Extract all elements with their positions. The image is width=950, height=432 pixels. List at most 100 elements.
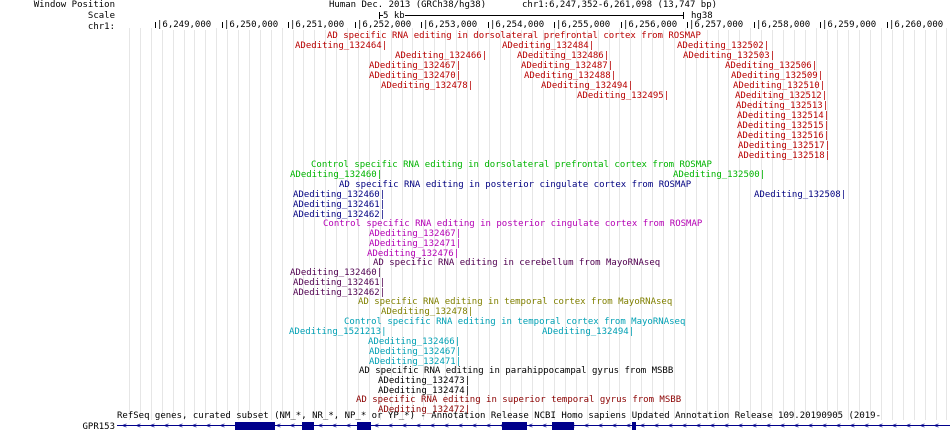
grid-line — [892, 28, 893, 420]
feature-item[interactable]: ADediting_132466| — [395, 51, 487, 61]
ruler-tick-label: |6,250,000 — [224, 20, 279, 30]
strand-arrow-icon: < — [542, 421, 547, 430]
grid-line — [129, 28, 130, 420]
grid-line — [936, 28, 937, 420]
track-title-ctrl_dlpfc[interactable]: Control specific RNA editing in dorsolat… — [311, 160, 712, 170]
grid-line — [718, 28, 719, 420]
strand-arrow-icon: < — [724, 421, 729, 430]
gene-exon[interactable] — [632, 422, 636, 430]
feature-item[interactable]: ADediting_132478| — [381, 81, 473, 91]
feature-item[interactable]: ADediting_132515| — [737, 121, 829, 131]
feature-item[interactable]: ADediting_132487| — [521, 61, 613, 71]
strand-arrow-icon: < — [920, 421, 925, 430]
grid-line — [151, 28, 152, 420]
feature-item[interactable]: ADediting_132509| — [731, 71, 823, 81]
strand-arrow-icon: < — [248, 421, 253, 430]
ruler-tick — [554, 22, 555, 28]
feature-item[interactable]: ADediting_132484| — [502, 41, 594, 51]
feature-item[interactable]: ADediting_132518| — [738, 151, 830, 161]
feature-item[interactable]: ADediting_132494| — [541, 81, 633, 91]
gene-exon[interactable] — [235, 422, 275, 430]
ruler-tick-label: |6,257,000 — [689, 20, 744, 30]
feature-item[interactable]: ADediting_132516| — [737, 131, 829, 141]
strand-arrow-icon: < — [584, 421, 589, 430]
strand-arrow-icon: < — [500, 421, 505, 430]
strand-arrow-icon: < — [192, 421, 197, 430]
feature-item[interactable]: ADediting_132471| — [369, 239, 461, 249]
strand-arrow-icon: < — [290, 421, 295, 430]
gene-track-title[interactable]: RefSeq genes, curated subset (NM_*, NR_*… — [117, 411, 881, 421]
feature-item[interactable]: ADediting_132488| — [524, 71, 616, 81]
feature-item[interactable]: ADediting_132513| — [736, 101, 828, 111]
feature-item[interactable]: ADediting_132478| — [381, 307, 473, 317]
ruler-tick — [754, 22, 755, 28]
grid-line — [162, 28, 163, 420]
feature-item[interactable]: ADediting_132466| — [368, 337, 460, 347]
ruler-tick — [687, 22, 688, 28]
strand-arrow-icon: < — [864, 421, 869, 430]
feature-item[interactable]: ADediting_132494| — [542, 327, 634, 337]
strand-arrow-icon: < — [304, 421, 309, 430]
strand-arrow-icon: < — [640, 421, 645, 430]
feature-item[interactable]: ADediting_132517| — [738, 141, 830, 151]
feature-item[interactable]: ADediting_132461| — [293, 278, 385, 288]
feature-item[interactable]: ADediting_132502| — [677, 41, 769, 51]
feature-item[interactable]: ADediting_132495| — [577, 91, 669, 101]
feature-item[interactable]: ADediting_132460| — [290, 170, 382, 180]
track-title-ad_stg[interactable]: AD specific RNA editing in superior temp… — [356, 395, 681, 405]
feature-item[interactable]: ADediting_132473| — [378, 376, 470, 386]
grid-line — [216, 28, 217, 420]
strand-arrow-icon: < — [822, 421, 827, 430]
feature-item[interactable]: ADediting_132508| — [754, 190, 846, 200]
feature-item[interactable]: ADediting_132467| — [369, 347, 461, 357]
assembly-title: Human Dec. 2013 (GRCh38/hg38) — [329, 0, 487, 10]
feature-item[interactable]: ADediting_132514| — [737, 111, 829, 121]
feature-item[interactable]: ADediting_132510| — [733, 81, 825, 91]
strand-arrow-icon: < — [850, 421, 855, 430]
ruler-tick — [222, 22, 223, 28]
grid-line — [728, 28, 729, 420]
strand-arrow-icon: < — [668, 421, 673, 430]
feature-item[interactable]: ADediting_132470| — [369, 71, 461, 81]
track-title-ad_phg[interactable]: AD specific RNA editing in parahippocamp… — [359, 366, 673, 376]
ruler-tick — [820, 22, 821, 28]
strand-arrow-icon: < — [486, 421, 491, 430]
feature-item[interactable]: ADediting_132500| — [673, 170, 765, 180]
grid-line — [205, 28, 206, 420]
track-area[interactable]: Human Dec. 2013 (GRCh38/hg38) chr1:6,247,… — [117, 0, 950, 432]
grid-line — [238, 28, 239, 420]
feature-item[interactable]: ADediting_132460| — [290, 268, 382, 278]
feature-item[interactable]: ADediting_132461| — [293, 200, 385, 210]
strand-arrow-icon: < — [444, 421, 449, 430]
grid-line — [227, 28, 228, 420]
feature-item[interactable]: ADediting_132464| — [295, 41, 387, 51]
grid-line — [140, 28, 141, 420]
feature-item[interactable]: ADediting_132460| — [293, 190, 385, 200]
genome-browser: Window Position Scale chr1: GPR153 Human… — [0, 0, 950, 432]
feature-item[interactable]: ADediting_132506| — [725, 61, 817, 71]
track-title-ctrl_pcc[interactable]: Control specific RNA editing in posterio… — [323, 219, 702, 229]
strand-arrow-icon: < — [430, 421, 435, 430]
track-title-ad_tcx[interactable]: AD specific RNA editing in temporal cort… — [358, 297, 672, 307]
track-title-ctrl_tcx[interactable]: Control specific RNA editing in temporal… — [344, 317, 685, 327]
position-readout: chr1:6,247,352-6,261,098 (13,747 bp) — [522, 0, 718, 10]
feature-item[interactable]: ADediting_132512| — [735, 91, 827, 101]
grid-line — [303, 28, 304, 420]
strand-arrow-icon: < — [402, 421, 407, 430]
feature-item[interactable]: ADediting_132486| — [517, 51, 609, 61]
track-title-ad_dlpfc[interactable]: AD specific RNA editing in dorsolateral … — [327, 31, 701, 41]
strand-arrow-icon: < — [892, 421, 897, 430]
feature-item[interactable]: ADediting_132503| — [683, 51, 775, 61]
track-title-ad_pcc[interactable]: AD specific RNA editing in posterior cin… — [339, 180, 691, 190]
feature-item[interactable]: ADediting_1521213| — [289, 327, 387, 337]
grid-line — [314, 28, 315, 420]
chrom-label: chr1: — [87, 22, 115, 32]
grid-line — [707, 28, 708, 420]
strand-arrow-icon: < — [934, 421, 939, 430]
track-title-ad_cereb[interactable]: AD specific RNA editing in cerebellum fr… — [373, 258, 660, 268]
ruler-tick — [421, 22, 422, 28]
feature-item[interactable]: ADediting_132467| — [369, 61, 461, 71]
window-position-label: Window Position — [33, 0, 115, 10]
gene-track-label[interactable]: GPR153 — [82, 422, 115, 432]
feature-item[interactable]: ADediting_132467| — [369, 229, 461, 239]
